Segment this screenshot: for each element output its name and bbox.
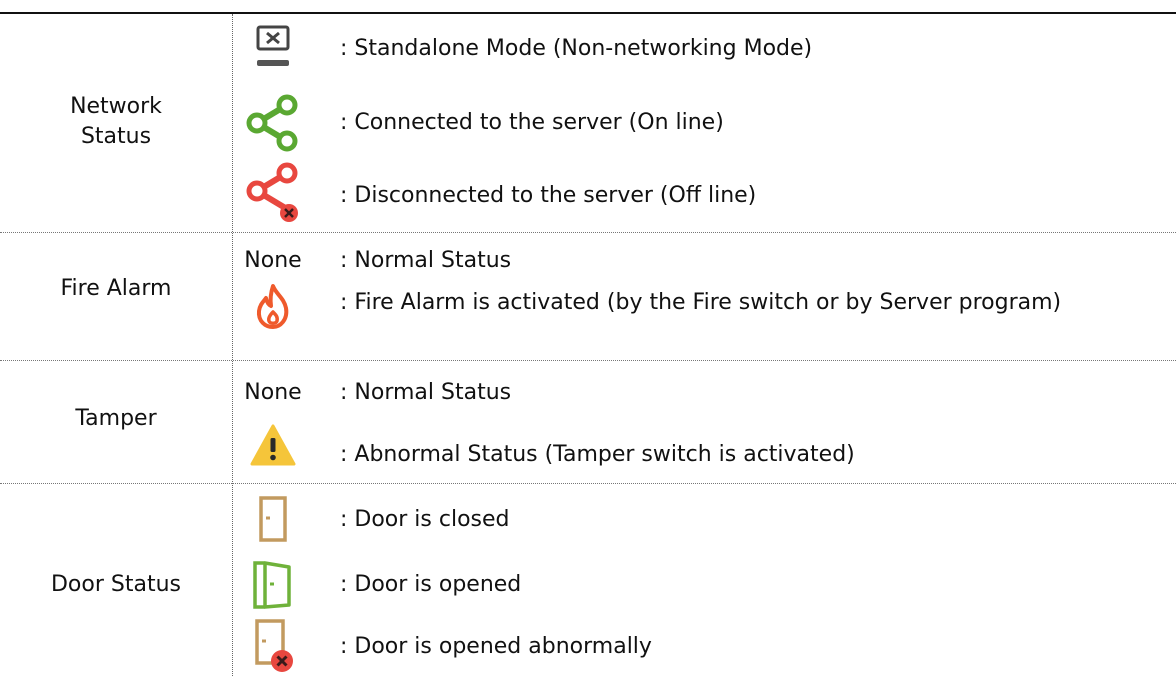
tamper-item-2: : Abnormal Status (Tamper switch is acti… xyxy=(340,442,855,467)
column-divider xyxy=(232,14,233,676)
fire-none-label: None xyxy=(244,248,302,273)
tamper-item-1: : Normal Status xyxy=(340,380,512,405)
door-abnormal-icon xyxy=(240,616,306,674)
network-item-2: : Connected to the server (On line) xyxy=(340,110,724,135)
tamper-label: Tamper xyxy=(75,406,157,431)
network-label-line2: Status xyxy=(80,124,152,149)
door-item-2: : Door is opened xyxy=(340,572,522,597)
standalone-monitor-icon xyxy=(240,22,306,74)
top-rule xyxy=(0,12,1176,14)
fire-item-2: : Fire Alarm is activated (by the Fire s… xyxy=(340,290,1062,315)
network-item-3: : Disconnected to the server (Off line) xyxy=(340,183,757,208)
tamper-none-label: None xyxy=(244,380,302,405)
fire-item-1: : Normal Status xyxy=(340,248,512,273)
fire-icon xyxy=(240,280,306,332)
door-item-1: : Door is closed xyxy=(340,507,510,532)
door-opened-icon xyxy=(240,557,306,613)
row-divider-2 xyxy=(0,360,1176,361)
warning-triangle-icon xyxy=(240,420,306,470)
network-status-label: Network Status xyxy=(0,92,232,152)
row-divider-3 xyxy=(0,483,1176,484)
share-network-green-icon xyxy=(240,92,306,154)
fire-alarm-label: Fire Alarm xyxy=(60,276,172,301)
network-item-1: : Standalone Mode (Non-networking Mode) xyxy=(340,36,813,61)
door-closed-icon xyxy=(240,492,306,546)
door-status-label: Door Status xyxy=(50,572,181,597)
share-network-red-x-icon xyxy=(240,160,306,224)
door-item-3: : Door is opened abnormally xyxy=(340,634,652,659)
row-divider-1 xyxy=(0,232,1176,233)
network-label-line1: Network xyxy=(70,94,162,119)
